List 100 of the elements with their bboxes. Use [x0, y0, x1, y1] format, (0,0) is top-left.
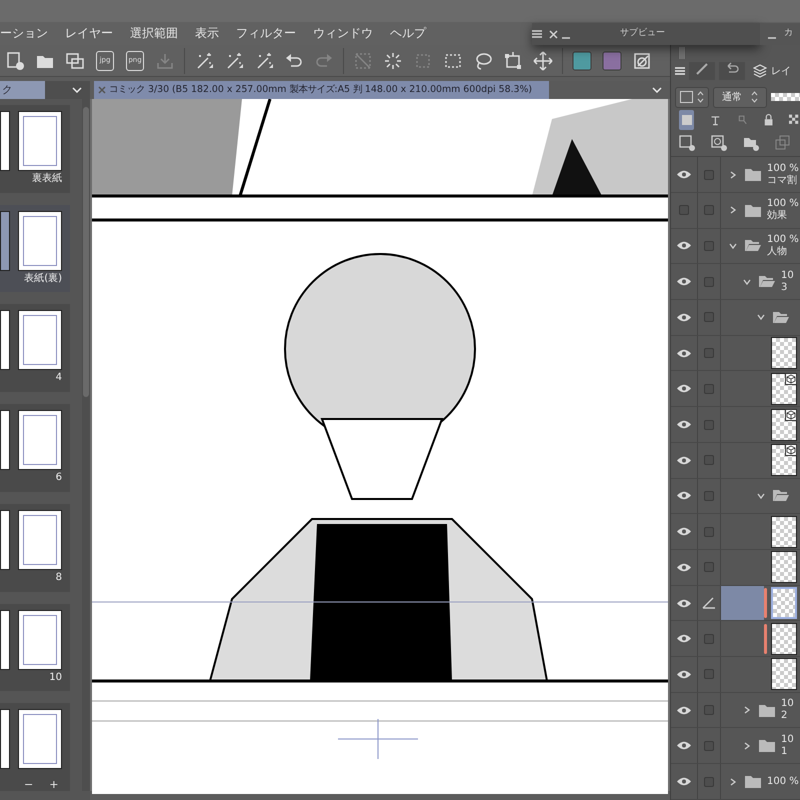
new-layer-icon[interactable] [679, 134, 695, 151]
page-thumbnail[interactable] [0, 610, 10, 670]
menu-item[interactable]: フィルター [236, 22, 296, 45]
layer-row[interactable]: 100 % 人物 [671, 228, 800, 264]
toggle-box[interactable] [704, 384, 714, 394]
clip-layer-button[interactable] [679, 110, 694, 130]
chevron-right-icon[interactable] [743, 742, 751, 750]
eye-icon[interactable] [677, 277, 691, 286]
layer-thumbnail[interactable] [771, 587, 797, 620]
layer-row[interactable] [671, 514, 800, 550]
new-page-icon[interactable] [5, 50, 25, 70]
layer-thumbnail[interactable] [771, 337, 797, 370]
toggle-box[interactable] [704, 776, 714, 787]
layer-row[interactable] [671, 657, 800, 693]
menu-item[interactable]: 表示 [195, 22, 219, 45]
toggle-box[interactable] [704, 705, 714, 716]
layer-row[interactable] [671, 407, 800, 443]
eye-icon[interactable] [677, 384, 691, 394]
menu-item[interactable]: ウィンドウ [313, 22, 373, 45]
lock-icon[interactable] [764, 113, 774, 128]
image-icon[interactable] [632, 50, 652, 70]
page-thumbnail[interactable] [18, 410, 62, 470]
layer-row[interactable] [671, 550, 800, 586]
chevron-down-icon[interactable] [743, 278, 751, 286]
layer-thumbnail[interactable] [771, 622, 797, 655]
transform-box-icon[interactable] [503, 50, 523, 70]
chevron-down-icon[interactable] [652, 87, 662, 93]
toggle-box[interactable] [704, 312, 714, 322]
page-spread-card[interactable]: 裏表紙 [0, 105, 70, 193]
toggle-box[interactable] [704, 669, 714, 680]
menu-item[interactable]: ーション [0, 22, 48, 45]
color-swatch-icon[interactable] [602, 50, 622, 70]
toggle-box[interactable] [704, 634, 714, 644]
blend-mode-dropdown[interactable]: 通常 [713, 86, 767, 108]
panel-menu-icon[interactable] [532, 30, 542, 38]
toggle-box[interactable] [704, 348, 714, 358]
toggle-box[interactable] [704, 490, 714, 501]
page-thumbnail[interactable] [18, 310, 62, 370]
pen-tab[interactable] [689, 62, 715, 80]
page-spread-card[interactable]: 10 [0, 604, 70, 692]
page-thumbnail[interactable] [0, 510, 10, 570]
menu-item[interactable]: 選択範囲 [130, 22, 178, 45]
eye-icon[interactable] [677, 491, 691, 500]
toggle-box[interactable] [704, 455, 714, 466]
page-thumbnail[interactable] [18, 709, 62, 770]
chevron-right-icon[interactable] [729, 778, 737, 786]
eye-icon[interactable] [677, 420, 691, 429]
page-thumbnail[interactable] [0, 709, 10, 770]
page-thumbnail[interactable] [18, 111, 62, 171]
eye-icon[interactable] [677, 741, 691, 750]
page-thumbnail[interactable] [0, 210, 10, 271]
color-box-spinner[interactable] [675, 86, 709, 108]
eye-icon[interactable] [677, 634, 691, 644]
eye-icon[interactable] [677, 777, 691, 786]
stacked-windows-icon[interactable] [65, 50, 85, 70]
chevron-right-icon[interactable] [729, 206, 737, 214]
page-thumbnail[interactable] [18, 210, 62, 271]
layer-row[interactable]: 100 % [671, 764, 800, 800]
chevron-right-icon[interactable] [729, 170, 737, 179]
page-thumbnail[interactable] [18, 610, 62, 670]
zoom-in-button[interactable]: + [49, 777, 58, 794]
scrollbar[interactable] [82, 99, 90, 791]
page-spread-card[interactable]: 6 [0, 404, 70, 492]
page-spread-card[interactable]: 表紙(裏) [0, 204, 70, 292]
layer-row[interactable]: 10 2 [671, 692, 800, 728]
toggle-box[interactable] [704, 170, 714, 180]
layer-thumbnail[interactable] [771, 444, 797, 476]
toggle-box[interactable] [704, 562, 714, 572]
layer-row[interactable]: 10 1 [671, 728, 800, 764]
layer-row[interactable] [671, 371, 800, 408]
layer-row[interactable] [671, 336, 800, 372]
eye-icon[interactable] [677, 706, 691, 715]
toggle-box[interactable] [704, 420, 714, 430]
toggle-box[interactable] [704, 276, 714, 287]
new-vector-layer-icon[interactable] [711, 134, 727, 151]
eye-icon[interactable] [677, 312, 691, 322]
chevron-right-icon[interactable] [743, 706, 751, 714]
spinner-icon[interactable] [383, 50, 403, 70]
layer-thumbnail[interactable] [771, 551, 797, 584]
color-swatch-icon[interactable] [572, 50, 592, 70]
page-thumbnail[interactable] [0, 410, 10, 470]
layer-thumbnail[interactable] [771, 658, 797, 690]
eye-icon[interactable] [677, 170, 691, 180]
menu-item[interactable]: ヘルプ [390, 22, 426, 45]
move-arrows-icon[interactable] [533, 50, 553, 70]
toggle-box[interactable] [704, 740, 714, 751]
canvas-tab[interactable]: コミック 3/30 (B5 182.00 x 257.00mm 製本サイズ:A5 判 148.00 x 210.00mm 600dpi 58.3%) [94, 81, 549, 99]
layer-row[interactable]: 100 % 効果 [671, 192, 800, 229]
grip-icon[interactable] [679, 46, 685, 59]
chevron-down-icon[interactable] [729, 242, 737, 250]
eye-icon[interactable] [677, 670, 691, 679]
history-tab[interactable] [719, 62, 745, 80]
layer-row[interactable]: 100 % コマ割 [671, 157, 800, 193]
eye-icon[interactable] [677, 456, 691, 465]
page-thumbnail[interactable] [18, 510, 62, 570]
chevron-down-icon[interactable] [757, 492, 765, 500]
page-spread-card[interactable]: 8 [0, 504, 70, 592]
layer-row[interactable] [671, 586, 800, 622]
eye-icon[interactable] [677, 348, 691, 358]
layer-thumbnail[interactable] [771, 372, 797, 405]
